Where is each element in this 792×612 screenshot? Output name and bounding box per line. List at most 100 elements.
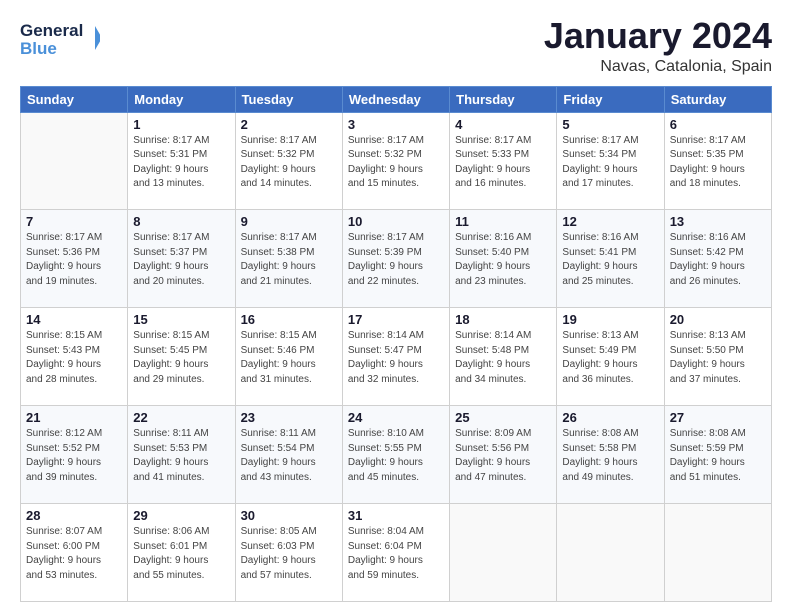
calendar-cell: 16 Sunrise: 8:15 AM Sunset: 5:46 PM Dayli… [235,308,342,406]
calendar-cell: 17 Sunrise: 8:14 AM Sunset: 5:47 PM Dayli… [342,308,449,406]
calendar-header-row: SundayMondayTuesdayWednesdayThursdayFrid… [21,86,772,112]
day-info: Sunrise: 8:16 AM Sunset: 5:40 PM Dayligh… [455,231,551,289]
day-info: Sunrise: 8:13 AM Sunset: 5:50 PM Dayligh… [670,329,766,387]
header-thursday: Thursday [450,86,557,112]
day-info: Sunrise: 8:08 AM Sunset: 5:58 PM Dayligh… [562,427,658,485]
day-number: 3 [348,117,444,132]
header: General Blue January 2024 Navas, Catalon… [20,16,772,76]
day-number: 18 [455,312,551,327]
day-number: 8 [133,214,229,229]
day-number: 10 [348,214,444,229]
day-number: 1 [133,117,229,132]
calendar-cell: 29Sunrise: 8:06 AM Sunset: 6:01 PM Dayli… [128,504,235,602]
page: General Blue January 2024 Navas, Catalon… [0,0,792,612]
day-number: 23 [241,410,337,425]
day-number: 14 [26,312,122,327]
day-info: Sunrise: 8:15 AM Sunset: 5:46 PM Dayligh… [241,329,337,387]
day-number: 11 [455,214,551,229]
calendar-cell: 12Sunrise: 8:16 AM Sunset: 5:41 PM Dayli… [557,210,664,308]
calendar-week-2: 7 Sunrise: 8:17 AM Sunset: 5:36 PM Daylig… [21,210,772,308]
header-saturday: Saturday [664,86,771,112]
calendar-cell: 9Sunrise: 8:17 AM Sunset: 5:38 PM Daylig… [235,210,342,308]
calendar-cell: 18 Sunrise: 8:14 AM Sunset: 5:48 PM Dayli… [450,308,557,406]
header-friday: Friday [557,86,664,112]
day-info: Sunrise: 8:14 AM Sunset: 5:48 PM Dayligh… [455,329,551,387]
calendar-cell: 2 Sunrise: 8:17 AM Sunset: 5:32 PM Daylig… [235,112,342,210]
day-info: Sunrise: 8:04 AM Sunset: 6:04 PM Dayligh… [348,525,444,583]
day-number: 26 [562,410,658,425]
header-wednesday: Wednesday [342,86,449,112]
day-info: Sunrise: 8:07 AM Sunset: 6:00 PM Dayligh… [26,525,122,583]
day-info: Sunrise: 8:16 AM Sunset: 5:41 PM Dayligh… [562,231,658,289]
calendar-week-1: 1 Sunrise: 8:17 AM Sunset: 5:31 PM Daylig… [21,112,772,210]
header-monday: Monday [128,86,235,112]
calendar-cell: 24Sunrise: 8:10 AM Sunset: 5:55 PM Dayli… [342,406,449,504]
calendar-cell: 10 Sunrise: 8:17 AM Sunset: 5:39 PM Dayli… [342,210,449,308]
day-info: Sunrise: 8:11 AM Sunset: 5:54 PM Dayligh… [241,427,337,485]
calendar-cell: 19 Sunrise: 8:13 AM Sunset: 5:49 PM Dayli… [557,308,664,406]
day-number: 21 [26,410,122,425]
day-info: Sunrise: 8:17 AM Sunset: 5:32 PM Dayligh… [241,134,337,192]
day-info: Sunrise: 8:16 AM Sunset: 5:42 PM Dayligh… [670,231,766,289]
svg-text:Blue: Blue [20,39,57,58]
calendar-cell [21,112,128,210]
calendar-cell [557,504,664,602]
day-number: 2 [241,117,337,132]
calendar-cell: 5 Sunrise: 8:17 AM Sunset: 5:34 PM Daylig… [557,112,664,210]
calendar-cell [450,504,557,602]
day-info: Sunrise: 8:17 AM Sunset: 5:36 PM Dayligh… [26,231,122,289]
day-info: Sunrise: 8:17 AM Sunset: 5:31 PM Dayligh… [133,134,229,192]
day-number: 5 [562,117,658,132]
day-number: 24 [348,410,444,425]
calendar-week-5: 28 Sunrise: 8:07 AM Sunset: 6:00 PM Dayli… [21,504,772,602]
calendar-cell: 30Sunrise: 8:05 AM Sunset: 6:03 PM Dayli… [235,504,342,602]
calendar-cell: 14Sunrise: 8:15 AM Sunset: 5:43 PM Dayli… [21,308,128,406]
calendar-cell: 11 Sunrise: 8:16 AM Sunset: 5:40 PM Dayli… [450,210,557,308]
day-number: 7 [26,214,122,229]
calendar-cell: 1 Sunrise: 8:17 AM Sunset: 5:31 PM Daylig… [128,112,235,210]
day-number: 27 [670,410,766,425]
day-number: 15 [133,312,229,327]
day-number: 17 [348,312,444,327]
calendar-cell: 28 Sunrise: 8:07 AM Sunset: 6:00 PM Dayli… [21,504,128,602]
day-number: 9 [241,214,337,229]
calendar-cell: 7 Sunrise: 8:17 AM Sunset: 5:36 PM Daylig… [21,210,128,308]
calendar-cell: 31 Sunrise: 8:04 AM Sunset: 6:04 PM Dayli… [342,504,449,602]
calendar-cell: 23 Sunrise: 8:11 AM Sunset: 5:54 PM Dayli… [235,406,342,504]
calendar-cell: 27 Sunrise: 8:08 AM Sunset: 5:59 PM Dayli… [664,406,771,504]
day-info: Sunrise: 8:17 AM Sunset: 5:33 PM Dayligh… [455,134,551,192]
day-info: Sunrise: 8:14 AM Sunset: 5:47 PM Dayligh… [348,329,444,387]
calendar-table: SundayMondayTuesdayWednesdayThursdayFrid… [20,86,772,602]
day-number: 16 [241,312,337,327]
calendar-cell: 3Sunrise: 8:17 AM Sunset: 5:32 PM Daylig… [342,112,449,210]
location: Navas, Catalonia, Spain [544,58,772,76]
day-number: 13 [670,214,766,229]
calendar-cell: 20Sunrise: 8:13 AM Sunset: 5:50 PM Dayli… [664,308,771,406]
day-number: 28 [26,508,122,523]
day-info: Sunrise: 8:15 AM Sunset: 5:45 PM Dayligh… [133,329,229,387]
day-number: 30 [241,508,337,523]
calendar-week-4: 21 Sunrise: 8:12 AM Sunset: 5:52 PM Dayli… [21,406,772,504]
day-info: Sunrise: 8:17 AM Sunset: 5:39 PM Dayligh… [348,231,444,289]
day-info: Sunrise: 8:08 AM Sunset: 5:59 PM Dayligh… [670,427,766,485]
svg-text:General: General [20,21,83,40]
day-info: Sunrise: 8:12 AM Sunset: 5:52 PM Dayligh… [26,427,122,485]
calendar-cell: 13 Sunrise: 8:16 AM Sunset: 5:42 PM Dayli… [664,210,771,308]
calendar-cell: 4Sunrise: 8:17 AM Sunset: 5:33 PM Daylig… [450,112,557,210]
day-number: 31 [348,508,444,523]
logo: General Blue [20,16,100,60]
calendar-cell: 26 Sunrise: 8:08 AM Sunset: 5:58 PM Dayli… [557,406,664,504]
day-info: Sunrise: 8:17 AM Sunset: 5:35 PM Dayligh… [670,134,766,192]
day-info: Sunrise: 8:13 AM Sunset: 5:49 PM Dayligh… [562,329,658,387]
day-info: Sunrise: 8:17 AM Sunset: 5:34 PM Dayligh… [562,134,658,192]
title-section: January 2024 Navas, Catalonia, Spain [544,16,772,76]
day-number: 22 [133,410,229,425]
logo-svg: General Blue [20,16,100,60]
day-number: 19 [562,312,658,327]
day-info: Sunrise: 8:17 AM Sunset: 5:37 PM Dayligh… [133,231,229,289]
calendar-cell [664,504,771,602]
day-info: Sunrise: 8:09 AM Sunset: 5:56 PM Dayligh… [455,427,551,485]
day-number: 25 [455,410,551,425]
day-info: Sunrise: 8:11 AM Sunset: 5:53 PM Dayligh… [133,427,229,485]
day-number: 6 [670,117,766,132]
